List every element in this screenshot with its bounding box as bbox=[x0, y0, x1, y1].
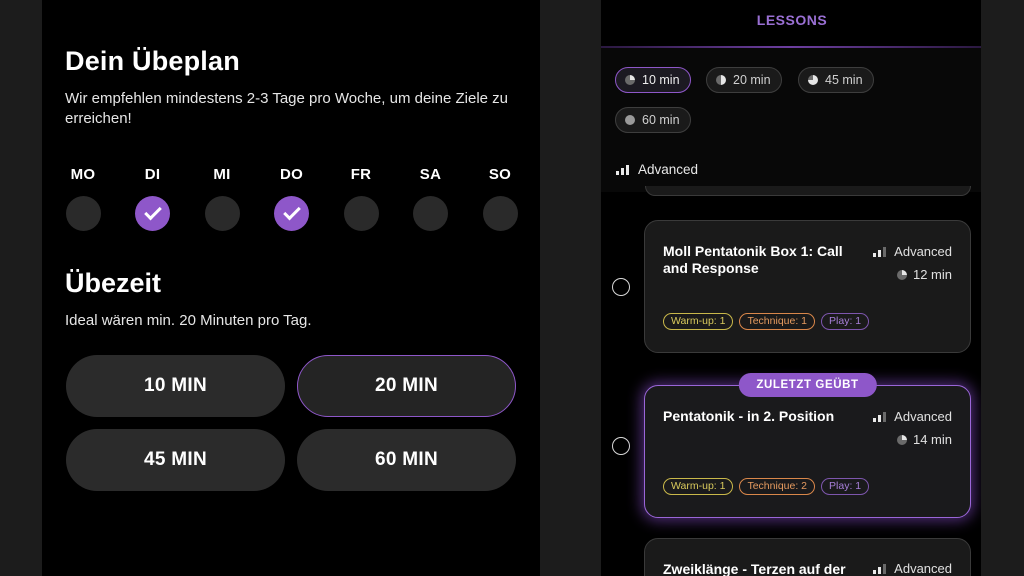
lesson-card[interactable]: Moll Pentatonik Box 1: Call and Response… bbox=[644, 220, 971, 353]
lesson-level-label: Advanced bbox=[894, 409, 952, 424]
tag-warmup: Warm-up: 1 bbox=[663, 313, 734, 330]
plan-description: Wir empfehlen mindestens 2-3 Tage pro Wo… bbox=[65, 90, 509, 127]
time-option-60-button[interactable]: 60 MIN bbox=[297, 429, 516, 491]
lesson-select-radio[interactable] bbox=[612, 437, 630, 455]
signal-bars-icon bbox=[873, 411, 887, 422]
day-toggle[interactable] bbox=[413, 196, 448, 231]
checkmark-icon bbox=[143, 202, 162, 221]
time-option-45-button[interactable]: 45 MIN bbox=[66, 429, 285, 491]
lesson-level-label: Advanced bbox=[894, 561, 952, 576]
lesson-title: Pentatonik - in 2. Position bbox=[663, 408, 835, 424]
lessons-screen: LESSONS 10 min 20 min 45 min 60 min Adva… bbox=[601, 0, 981, 576]
pie-quarter-icon bbox=[625, 75, 635, 85]
signal-bars-icon bbox=[616, 164, 629, 175]
lessons-title: LESSONS bbox=[756, 12, 828, 28]
day-toggle[interactable] bbox=[65, 196, 101, 231]
practice-plan-screen: Dein Übeplan Wir empfehlen mindestens 2-… bbox=[42, 0, 540, 576]
lesson-level: Advanced bbox=[873, 244, 952, 259]
lesson-level: Advanced bbox=[873, 561, 952, 576]
time-option-20-button[interactable]: 20 MIN bbox=[297, 355, 516, 417]
day-label: MO bbox=[70, 166, 96, 183]
lesson-tags: Warm-up: 1 Technique: 1 Play: 1 bbox=[663, 313, 870, 330]
tag-play: Play: 1 bbox=[821, 313, 870, 330]
day-sunday[interactable]: SO bbox=[480, 166, 520, 231]
lesson-select-radio[interactable] bbox=[612, 278, 630, 296]
lesson-tags: Warm-up: 1 Technique: 2 Play: 1 bbox=[663, 478, 870, 495]
practice-time-title: Übezeit bbox=[65, 268, 162, 298]
day-tuesday[interactable]: DI bbox=[133, 166, 173, 231]
day-label: SO bbox=[488, 166, 512, 183]
lesson-duration-label: 14 min bbox=[912, 432, 952, 447]
lesson-title: Zweiklänge - Terzen auf der bbox=[663, 561, 846, 576]
lesson-title: Moll Pentatonik Box 1: Call and Response bbox=[663, 243, 843, 276]
day-label: SA bbox=[419, 166, 442, 183]
checkmark-icon bbox=[282, 202, 301, 221]
day-toggle[interactable] bbox=[343, 196, 379, 231]
lesson-duration: 12 min bbox=[896, 267, 952, 282]
time-option-10-button[interactable]: 10 MIN bbox=[66, 355, 285, 417]
day-saturday[interactable]: SA bbox=[411, 166, 451, 231]
tag-play: Play: 1 bbox=[821, 478, 870, 495]
filter-chip-45[interactable]: 45 min bbox=[798, 67, 874, 93]
lesson-level-label: Advanced bbox=[894, 244, 952, 259]
practice-time-description: Ideal wären min. 20 Minuten pro Tag. bbox=[65, 312, 312, 329]
day-label: MI bbox=[213, 166, 231, 183]
practice-time-options: 10 MIN 20 MIN 45 MIN 60 MIN bbox=[66, 355, 517, 491]
lesson-duration-label: 12 min bbox=[912, 267, 952, 282]
screen: Dein Übeplan Wir empfehlen mindestens 2-… bbox=[0, 0, 1024, 576]
level-filter-label: Advanced bbox=[638, 162, 699, 177]
pie-half-icon bbox=[716, 75, 726, 85]
filter-chip-60[interactable]: 60 min bbox=[615, 107, 691, 133]
day-label: FR bbox=[350, 166, 372, 183]
plan-title: Dein Übeplan bbox=[65, 46, 240, 76]
pie-full-icon bbox=[625, 115, 635, 125]
filter-chip-10[interactable]: 10 min bbox=[615, 67, 691, 93]
filter-chip-label: 10 min bbox=[642, 73, 680, 87]
filter-chip-20[interactable]: 20 min bbox=[706, 67, 782, 93]
day-thursday[interactable]: DO bbox=[272, 166, 312, 231]
filter-chip-label: 45 min bbox=[825, 73, 863, 87]
day-toggle[interactable] bbox=[204, 196, 240, 231]
clock-pie-icon bbox=[896, 434, 907, 445]
signal-bars-icon bbox=[873, 246, 887, 257]
weekday-selector: MO DI MI DO FR SA SO bbox=[63, 166, 520, 231]
day-toggle[interactable] bbox=[482, 196, 518, 231]
signal-bars-icon bbox=[873, 563, 887, 574]
day-label: DO bbox=[279, 166, 304, 183]
lesson-card[interactable]: Zweiklänge - Terzen auf der Advanced bbox=[644, 538, 971, 576]
filter-chip-label: 20 min bbox=[733, 73, 771, 87]
day-toggle[interactable] bbox=[274, 196, 309, 231]
lesson-card-last-practiced[interactable]: ZULETZT GEÜBT Pentatonik - in 2. Positio… bbox=[644, 373, 971, 518]
day-monday[interactable]: MO bbox=[63, 166, 103, 231]
previous-lesson-card[interactable] bbox=[645, 186, 971, 196]
day-friday[interactable]: FR bbox=[341, 166, 381, 231]
tag-technique: Technique: 2 bbox=[739, 478, 816, 495]
tag-technique: Technique: 1 bbox=[739, 313, 816, 330]
clock-pie-icon bbox=[896, 269, 907, 280]
lesson-level: Advanced bbox=[873, 409, 952, 424]
day-label: DI bbox=[144, 166, 161, 183]
day-toggle[interactable] bbox=[135, 196, 170, 231]
tag-warmup: Warm-up: 1 bbox=[663, 478, 734, 495]
pie-three-quarter-icon bbox=[808, 75, 818, 85]
lesson-duration: 14 min bbox=[896, 432, 952, 447]
last-practiced-badge: ZULETZT GEÜBT bbox=[738, 373, 877, 397]
day-wednesday[interactable]: MI bbox=[202, 166, 242, 231]
filter-chip-label: 60 min bbox=[642, 113, 680, 127]
level-filter[interactable]: Advanced bbox=[616, 162, 698, 177]
